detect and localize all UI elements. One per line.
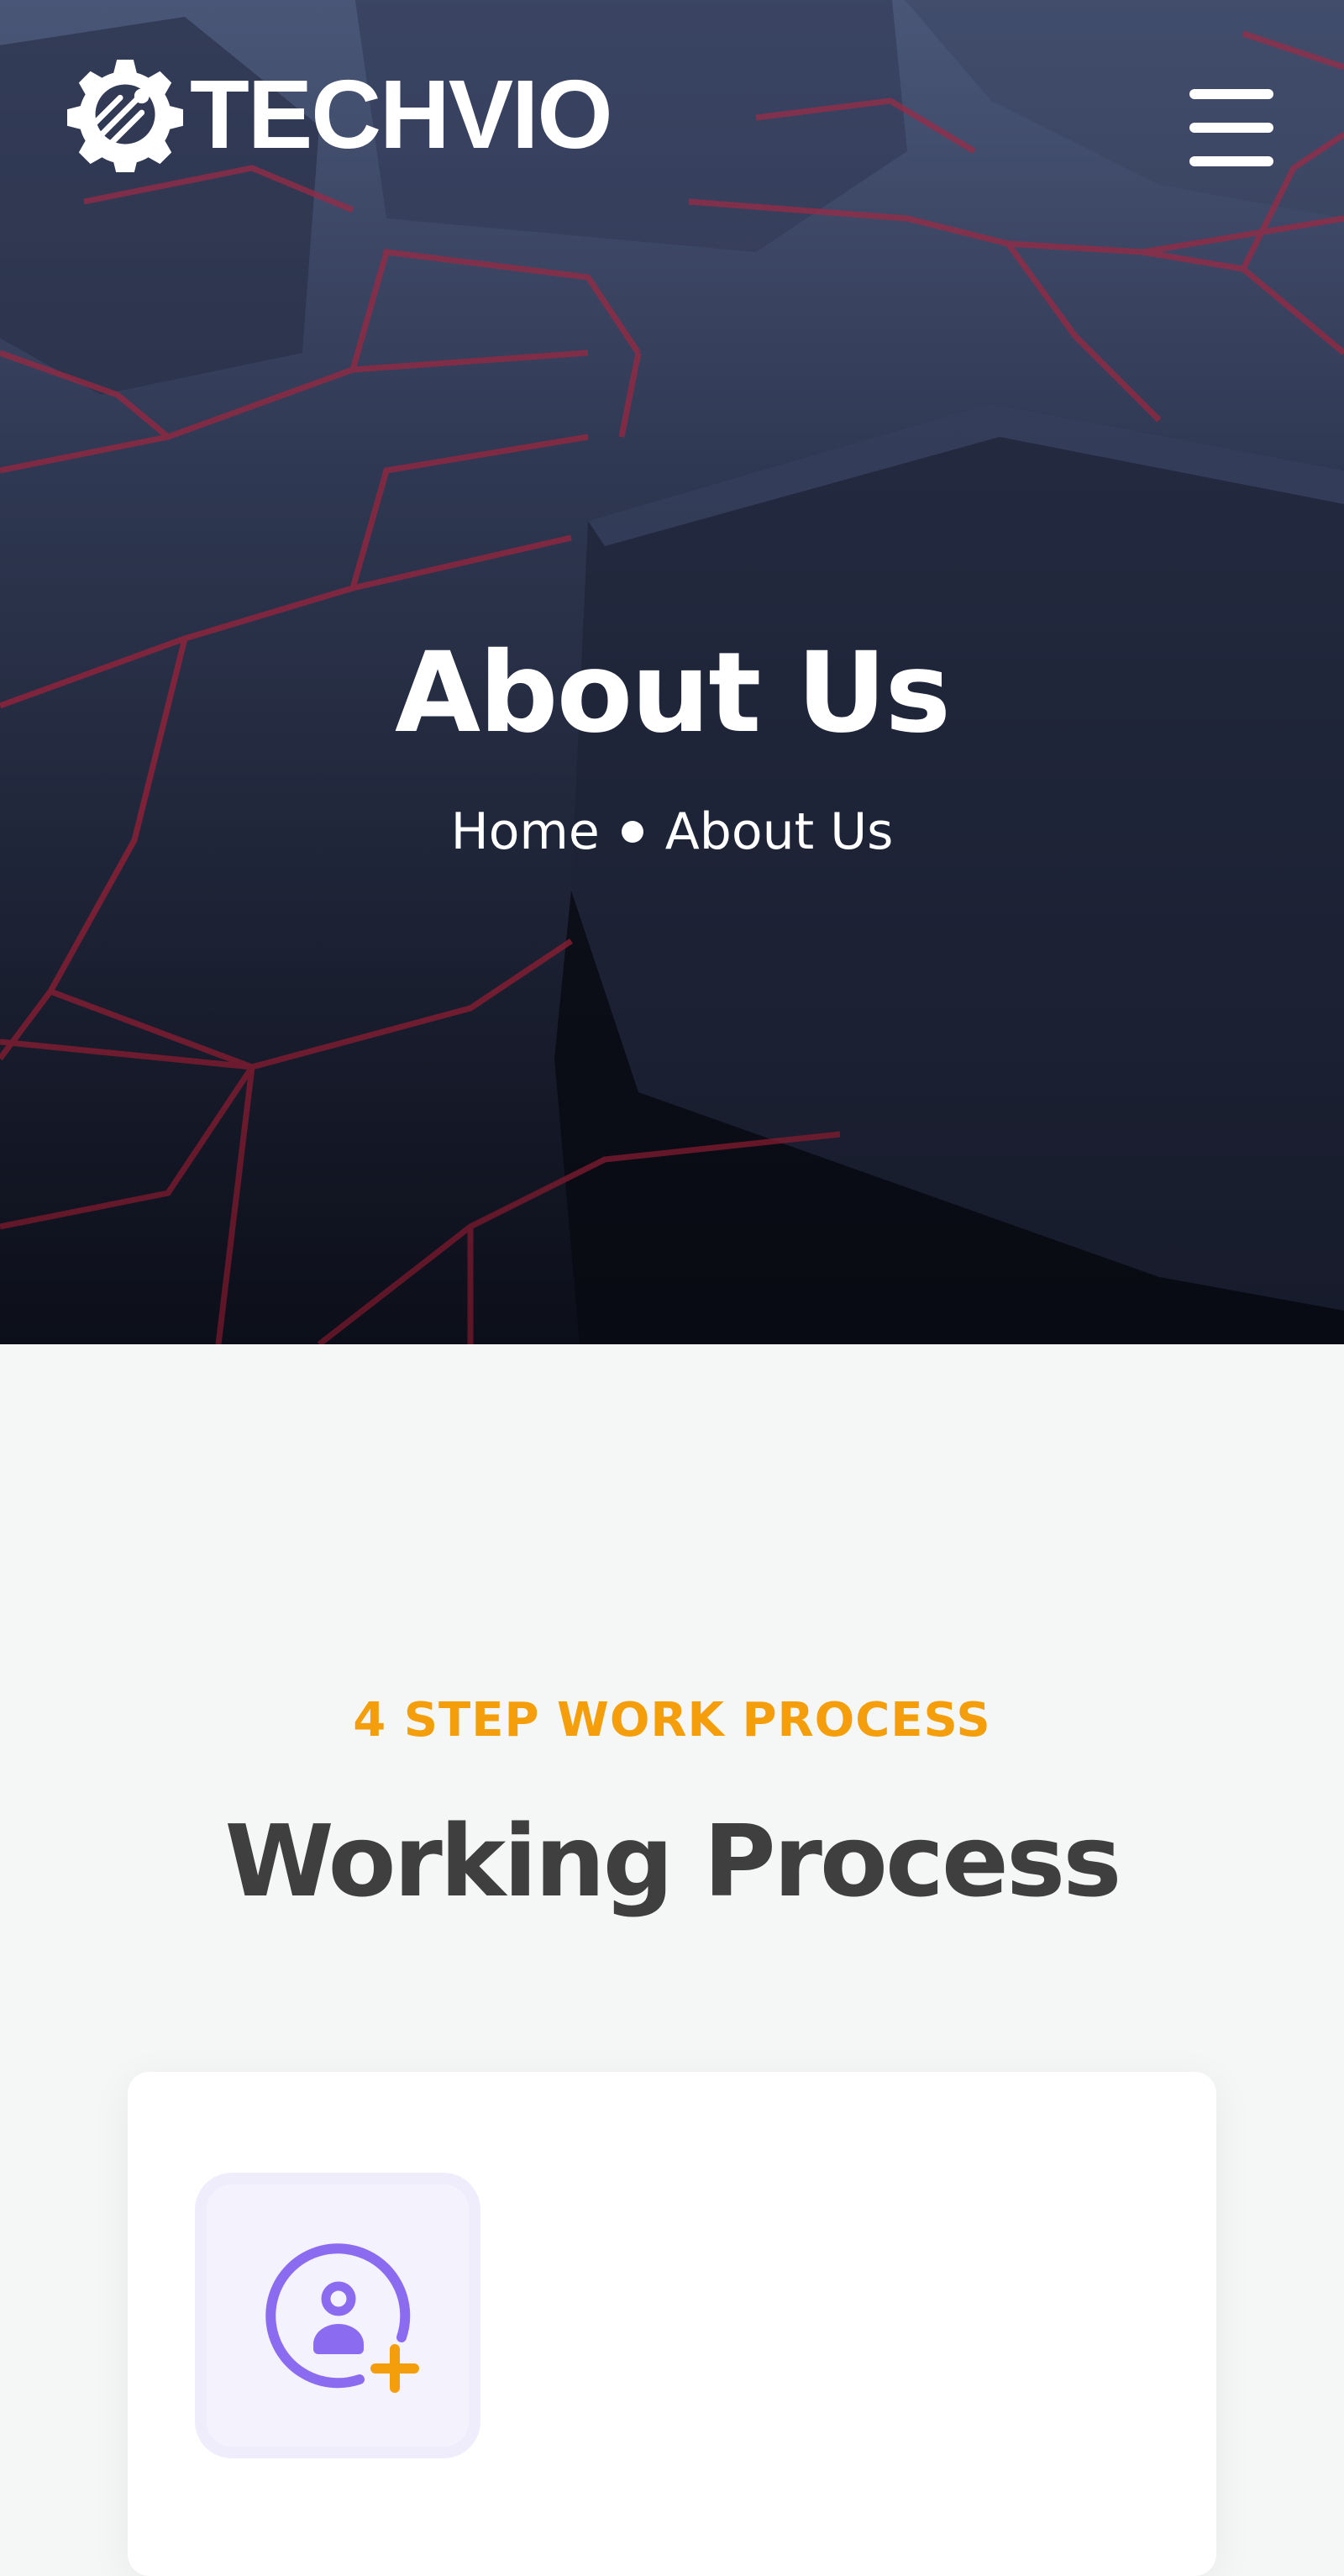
process-step-card xyxy=(128,2072,1216,2576)
step-icon-box xyxy=(195,2173,480,2458)
breadcrumb-current: About Us xyxy=(664,802,894,861)
add-user-icon xyxy=(265,2243,419,2393)
menu-bar xyxy=(1189,89,1273,99)
hamburger-menu-icon[interactable] xyxy=(1186,87,1277,168)
section-subtitle: 4 STEP WORK PROCESS xyxy=(353,1693,991,1748)
section-title: Working Process xyxy=(224,1803,1122,1919)
logo-text: TECHVIO xyxy=(190,60,613,169)
site-logo[interactable]: TECHVIO xyxy=(67,55,613,173)
breadcrumb: Home About Us xyxy=(0,798,1344,865)
breadcrumb-separator-dot xyxy=(621,821,643,843)
page-title: About Us xyxy=(394,628,951,758)
hero-banner: TECHVIO About Us Home About Us xyxy=(0,0,1344,1344)
menu-bar xyxy=(1189,123,1273,133)
gear-circuit-icon xyxy=(67,59,183,172)
menu-bar xyxy=(1189,156,1273,166)
breadcrumb-home-link[interactable]: Home xyxy=(451,798,600,865)
